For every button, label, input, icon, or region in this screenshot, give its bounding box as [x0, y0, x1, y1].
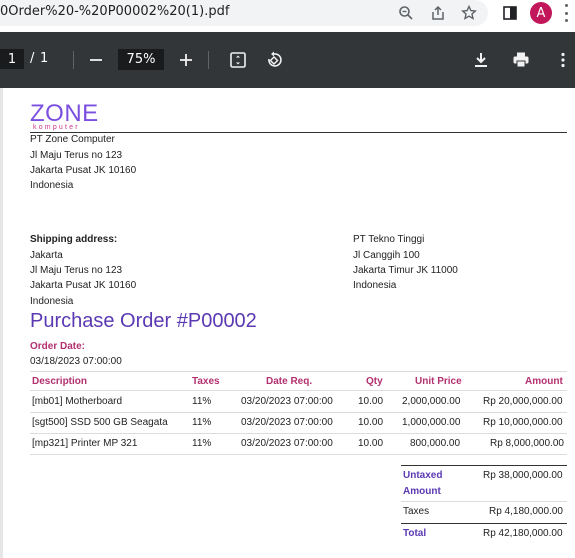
totals-top-line — [401, 465, 567, 466]
print-icon[interactable] — [510, 49, 532, 71]
rotate-icon[interactable] — [263, 49, 285, 71]
toolbar-divider — [208, 51, 209, 69]
column-header-taxes: Taxes — [192, 376, 220, 387]
cell-description: [sgt500] SSD 500 GB Seagata — [32, 417, 168, 428]
table-row-line — [30, 412, 567, 413]
cell-date-req: 03/20/2023 07:00:00 — [241, 417, 333, 428]
shipping-address-line: Jl Maju Terus no 123 — [30, 265, 123, 276]
toolbar-divider — [73, 51, 74, 69]
totals-total-line — [401, 523, 567, 524]
vendor-address-line: Jakarta Timur JK 11000 — [353, 265, 458, 276]
column-header-qty: Qty — [366, 376, 383, 387]
header-divider — [30, 132, 567, 133]
browser-menu-icon[interactable] — [563, 4, 569, 22]
cell-amount: Rp 10,000,000.00 — [483, 417, 563, 428]
order-date-value: 03/18/2023 07:00:00 — [30, 356, 122, 367]
table-header-line — [30, 390, 567, 391]
cell-description: [mp321] Printer MP 321 — [32, 438, 138, 449]
bookmark-star-icon[interactable] — [459, 3, 479, 23]
cell-date-req: 03/20/2023 07:00:00 — [241, 396, 333, 407]
shipping-address-line: Indonesia — [30, 296, 74, 307]
untaxed-amount-label: Amount — [403, 486, 441, 497]
column-header-unit-price: Unit Price — [415, 376, 462, 387]
fit-page-icon[interactable] — [227, 49, 249, 71]
column-header-date-req: Date Req. — [266, 376, 313, 387]
cell-description: [mb01] Motherboard — [32, 396, 123, 407]
browser-address-bar: 0Order%20-%20P00002%20(1).pdf A — [0, 0, 575, 26]
zoom-level-input[interactable]: 75% — [118, 49, 164, 70]
total-label: Total — [403, 528, 427, 539]
pdf-toolbar: 1 / 1 75% — [0, 32, 575, 88]
page-total: 1 — [40, 51, 49, 66]
taxes-label: Taxes — [403, 506, 430, 517]
cell-taxes: 11% — [192, 417, 212, 428]
zoom-in-icon[interactable] — [175, 49, 197, 71]
company-name: PT Zone Computer — [30, 134, 115, 145]
vendor-name: PT Tekno Tinggi — [353, 234, 425, 245]
table-top-line — [30, 371, 567, 372]
totals-divider — [401, 501, 567, 502]
untaxed-amount-label: Untaxed — [403, 470, 443, 481]
cell-amount: Rp 8,000,000.00 — [490, 438, 564, 449]
url-text[interactable]: 0Order%20-%20P00002%20(1).pdf — [0, 4, 229, 19]
shipping-address-line: Jakarta Pusat JK 10160 — [30, 280, 137, 291]
share-icon[interactable] — [428, 3, 448, 23]
column-header-amount: Amount — [525, 376, 563, 387]
cell-amount: Rp 20,000,000.00 — [483, 396, 563, 407]
company-address-line: Indonesia — [30, 180, 74, 191]
cell-unit-price: 1,000,000.00 — [402, 417, 461, 428]
vendor-address-line: Indonesia — [353, 280, 397, 291]
page-separator: / — [30, 51, 35, 66]
cell-qty: 10.00 — [358, 417, 384, 428]
page-title: Purchase Order #P00002 — [30, 310, 257, 332]
download-icon[interactable] — [470, 49, 492, 71]
shipping-label: Shipping address: — [30, 234, 118, 245]
cell-taxes: 11% — [192, 396, 212, 407]
taxes-value: Rp 4,180,000.00 — [489, 506, 563, 517]
column-header-description: Description — [32, 376, 88, 387]
total-value: Rp 42,180,000.00 — [483, 528, 563, 539]
profile-avatar[interactable]: A — [530, 2, 552, 24]
page-number-input[interactable]: 1 — [0, 49, 24, 69]
cell-unit-price: 800,000.00 — [410, 438, 461, 449]
order-date-label: Order Date: — [30, 341, 86, 352]
more-options-icon[interactable] — [552, 49, 574, 71]
page-edge — [0, 88, 3, 558]
company-address-line: Jakarta Pusat JK 10160 — [30, 165, 137, 176]
cell-taxes: 11% — [192, 438, 212, 449]
company-address-line: Jl Maju Terus no 123 — [30, 150, 123, 161]
zoom-icon[interactable] — [396, 3, 416, 23]
company-logo-subtext: komputer — [33, 124, 80, 131]
untaxed-amount-value: Rp 38,000,000.00 — [483, 470, 563, 481]
cell-qty: 10.00 — [358, 396, 384, 407]
shipping-address-line: Jakarta — [30, 250, 63, 261]
table-row-line — [30, 433, 567, 434]
vendor-address-line: Jl Canggih 100 — [353, 250, 420, 261]
side-panel-icon[interactable] — [500, 3, 520, 23]
cell-qty: 10.00 — [358, 438, 384, 449]
cell-unit-price: 2,000,000.00 — [402, 396, 461, 407]
zoom-out-icon[interactable] — [85, 49, 107, 71]
cell-date-req: 03/20/2023 07:00:00 — [241, 438, 333, 449]
table-bottom-line — [30, 454, 567, 455]
